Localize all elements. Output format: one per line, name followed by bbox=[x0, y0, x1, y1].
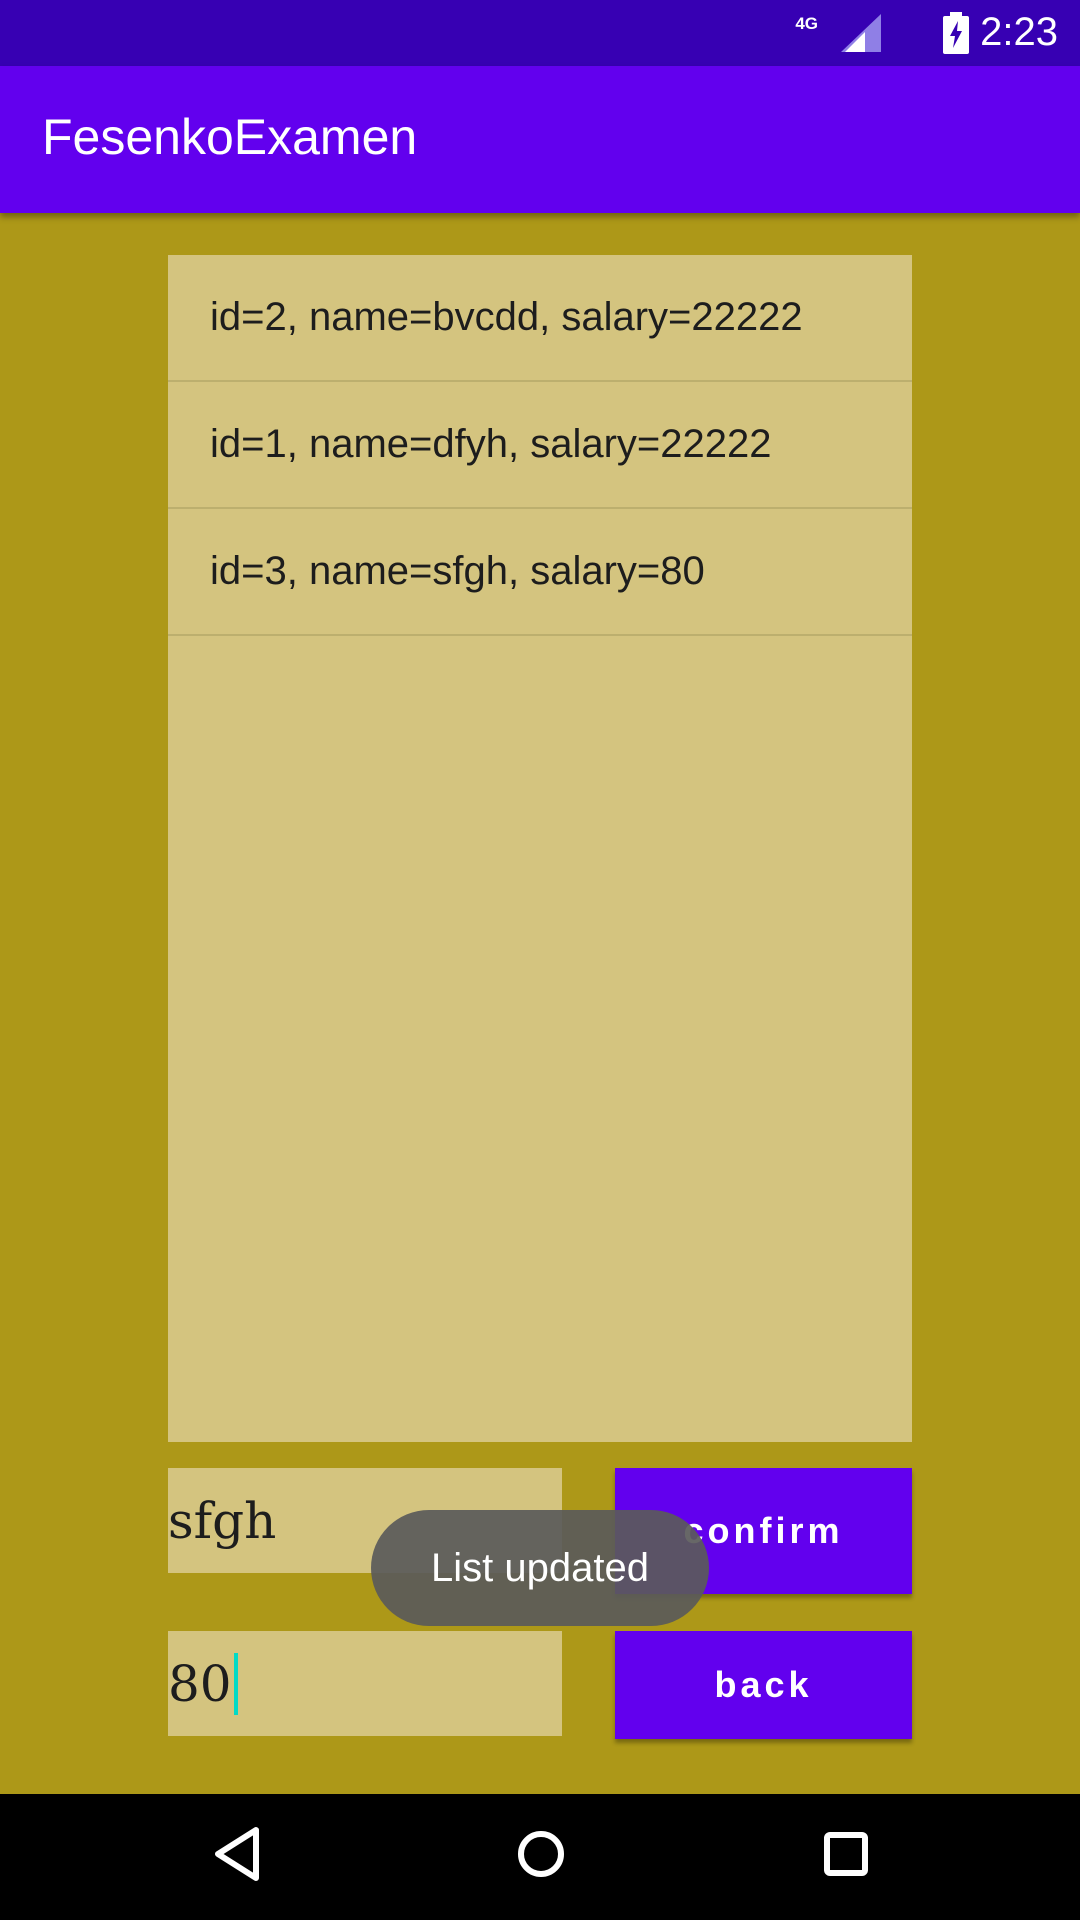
clock: 2:23 bbox=[980, 10, 1058, 54]
toast-message: List updated bbox=[371, 1510, 709, 1626]
back-triangle-icon[interactable] bbox=[212, 1824, 262, 1889]
app-bar: FesenkoExamen bbox=[0, 66, 1080, 213]
network-type-label: 4G bbox=[795, 14, 818, 33]
salary-input-value: 80 bbox=[168, 1654, 232, 1713]
recents-square-icon[interactable] bbox=[823, 1824, 869, 1889]
app-title: FesenkoExamen bbox=[42, 109, 418, 165]
list-item[interactable]: id=2, name=bvcdd, salary=22222 bbox=[168, 255, 912, 382]
list-item[interactable]: id=1, name=dfyh, salary=22222 bbox=[168, 382, 912, 509]
home-circle-icon[interactable] bbox=[515, 1824, 567, 1889]
battery-charging-icon bbox=[943, 12, 969, 59]
signal-icon bbox=[841, 14, 881, 57]
name-input-value: sfgh bbox=[168, 1491, 277, 1550]
list-item[interactable]: id=3, name=sfgh, salary=80 bbox=[168, 509, 912, 636]
employee-list[interactable]: id=2, name=bvcdd, salary=22222 id=1, nam… bbox=[168, 255, 912, 1442]
back-button[interactable]: back bbox=[615, 1631, 912, 1739]
navigation-bar bbox=[0, 1794, 1080, 1920]
text-cursor bbox=[233, 1652, 238, 1715]
salary-input[interactable]: 80 bbox=[168, 1631, 562, 1736]
status-bar: 4G 2:23 bbox=[0, 0, 1080, 66]
